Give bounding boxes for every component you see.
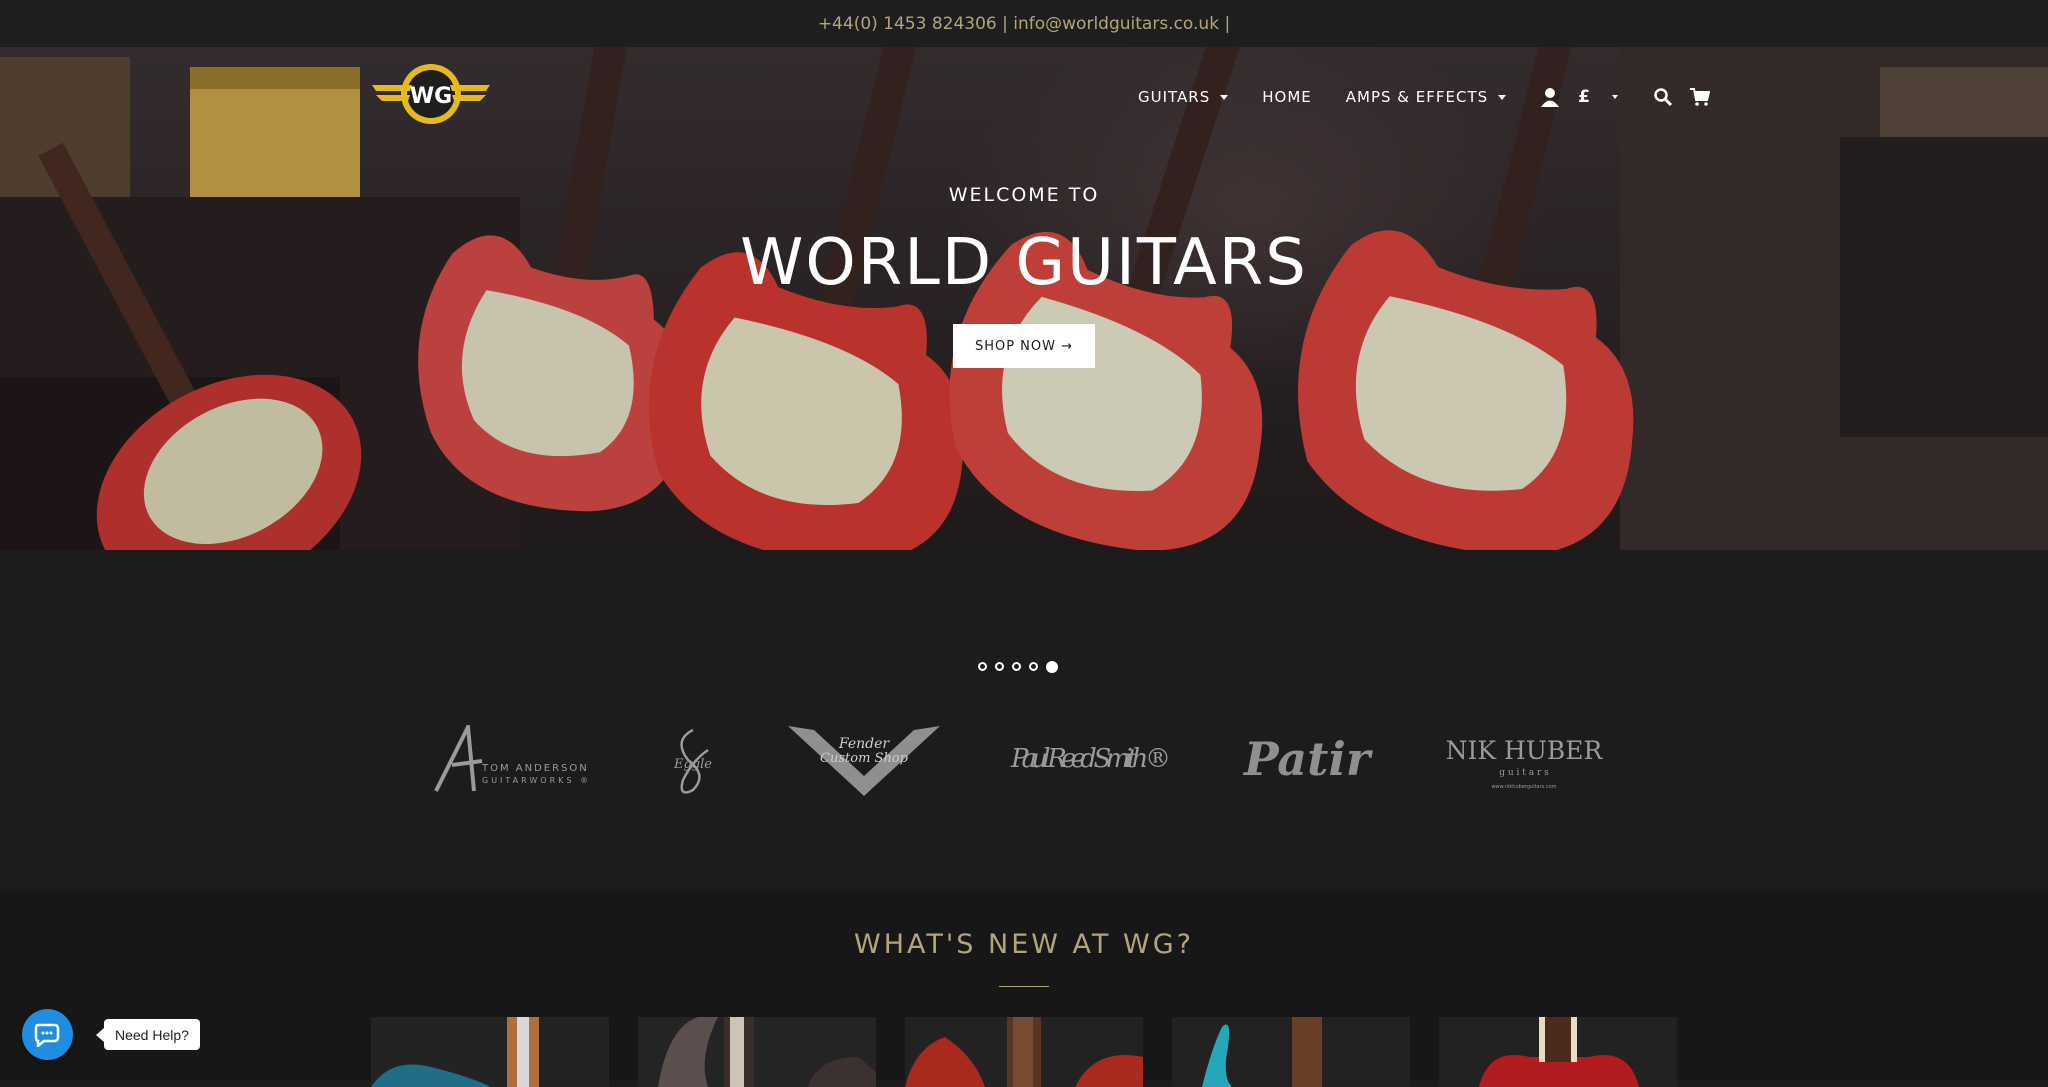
svg-text:Patir: Patir (1242, 732, 1374, 786)
svg-text:www.nikhuberguitars.com: www.nikhuberguitars.com (1491, 784, 1556, 790)
currency-symbol: £ (1578, 87, 1590, 107)
fender-custom-shop-logo[interactable]: Fender Custom Shop (784, 718, 944, 802)
product-card-2[interactable] (638, 1017, 876, 1087)
chat-icon (34, 1023, 59, 1047)
chevron-down-icon (1220, 94, 1229, 100)
patir-logo[interactable]: Patir (1237, 718, 1377, 802)
product-card-4[interactable] (1172, 1017, 1410, 1087)
svg-text:NIK HUBER: NIK HUBER (1446, 736, 1604, 765)
wg-logo-icon: WG (372, 64, 490, 124)
nav-home[interactable]: HOME (1262, 88, 1312, 106)
hero-welcome: WELCOME TO (948, 184, 1100, 206)
svg-text:Eggle: Eggle (673, 757, 712, 772)
paul-reed-smith-logo[interactable]: Paul Reed Smith ® (1006, 718, 1176, 802)
nav-home-label: HOME (1262, 88, 1312, 106)
chevron-down-icon (1611, 95, 1618, 99)
nav-guitars[interactable]: GUITARS (1138, 88, 1229, 106)
nav-amps-effects[interactable]: AMPS & EFFECTS (1345, 88, 1507, 106)
hero-banner: WG GUITARS HOME AMPS & EFFECTS £ WELCOME… (0, 47, 2048, 550)
svg-text:Fender: Fender (838, 736, 890, 752)
patrick-eggle-logo[interactable]: Eggle (663, 718, 723, 802)
carousel-dot-5[interactable] (1046, 661, 1058, 673)
cart-icon[interactable] (1689, 88, 1710, 106)
carousel-dot-4[interactable] (1029, 662, 1038, 671)
top-contact-bar: +44(0) 1453 824306 | info@worldguitars.c… (0, 0, 2048, 47)
product-grid (371, 1017, 1706, 1087)
svg-text:WG: WG (410, 84, 452, 109)
hero-title: WORLD GUITARS (740, 226, 1308, 300)
header-icons: £ (1540, 87, 1728, 107)
currency-selector[interactable]: £ (1578, 87, 1636, 107)
tom-anderson-logo[interactable]: TOM ANDERSON GUITARWORKS ® (430, 718, 602, 802)
main-nav: GUITARS HOME AMPS & EFFECTS £ (1138, 85, 1728, 109)
carousel-dot-3[interactable] (1012, 662, 1021, 671)
svg-text:g u i t a r s: g u i t a r s (1499, 768, 1549, 778)
chat-label[interactable]: Need Help? (96, 1019, 200, 1050)
site-logo[interactable]: WG (372, 61, 490, 127)
svg-text:Paul Reed Smith ®: Paul Reed Smith ® (1010, 744, 1171, 774)
shop-now-button[interactable]: SHOP NOW → (953, 324, 1095, 368)
nav-guitars-label: GUITARS (1138, 88, 1211, 106)
brand-logos: TOM ANDERSON GUITARWORKS ® Eggle Fender … (430, 715, 1610, 805)
product-card-5[interactable] (1439, 1017, 1677, 1087)
svg-text:Custom Shop: Custom Shop (820, 751, 909, 766)
svg-text:TOM ANDERSON: TOM ANDERSON (481, 763, 589, 774)
carousel-dot-2[interactable] (995, 662, 1004, 671)
nik-huber-logo[interactable]: NIK HUBER g u i t a r s www.nikhuberguit… (1438, 718, 1610, 802)
nav-amps-label: AMPS & EFFECTS (1345, 88, 1489, 106)
product-card-1[interactable] (371, 1017, 609, 1087)
whats-new-section: WHAT'S NEW AT WG? (0, 889, 2048, 1087)
section-title: WHAT'S NEW AT WG? (854, 929, 1194, 960)
carousel-dot-1[interactable] (978, 662, 987, 671)
carousel-dots (978, 661, 1066, 673)
chevron-down-icon (1498, 94, 1507, 100)
product-card-3[interactable] (905, 1017, 1143, 1087)
search-icon[interactable] (1654, 88, 1672, 106)
svg-text:GUITARWORKS ®: GUITARWORKS ® (482, 776, 591, 785)
account-icon[interactable] (1540, 87, 1560, 107)
title-divider (999, 986, 1049, 987)
contact-info[interactable]: +44(0) 1453 824306 | info@worldguitars.c… (818, 14, 1230, 34)
chat-button[interactable] (22, 1009, 73, 1060)
